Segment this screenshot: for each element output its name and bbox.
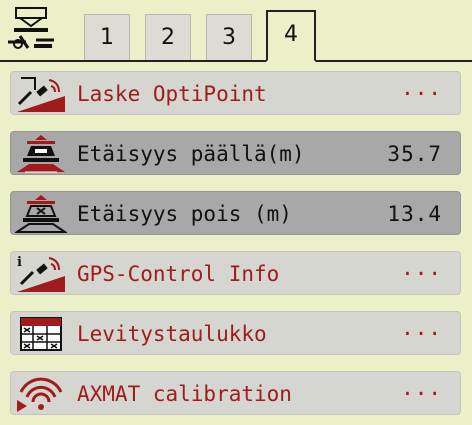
tab-1[interactable]: 1: [84, 14, 130, 60]
menu-item-distance-off[interactable]: Etäisyys pois (m) 13.4: [10, 191, 461, 235]
axmat-wifi-icon: [17, 377, 63, 412]
menu-item-gps-control-info[interactable]: i GPS-Control Info ···: [10, 251, 461, 295]
menu-item-label: Etäisyys pois (m): [77, 202, 292, 226]
menu-item-label: Etäisyys päällä(m): [77, 142, 305, 166]
menu-item-label: Levitystaulukko: [77, 322, 267, 346]
tab-2[interactable]: 2: [145, 14, 191, 60]
svg-text:i: i: [17, 255, 22, 270]
tab-3[interactable]: 3: [206, 14, 252, 60]
menu-item-value: ···: [401, 262, 442, 286]
menu-item-axmat-calibration[interactable]: AXMAT calibration ···: [10, 371, 461, 415]
distance-on-icon: [17, 135, 65, 173]
menu-item-label: AXMAT calibration: [77, 382, 292, 406]
menu-item-value: ···: [401, 82, 442, 106]
menu-item-value: 35.7: [387, 142, 442, 166]
menu-item-value: 13.4: [387, 202, 442, 226]
menu-item-label: GPS-Control Info: [77, 262, 280, 286]
menu-item-distance-on[interactable]: Etäisyys päällä(m) 35.7: [10, 131, 461, 175]
spreader-settings-icon: [8, 7, 54, 49]
menu-item-value: ···: [401, 382, 442, 406]
gps-info-icon: i: [17, 255, 65, 292]
tab-4[interactable]: 4: [266, 10, 316, 62]
optipoint-calc-icon: [17, 77, 65, 112]
menu-item-label: Laske OptiPoint: [77, 82, 267, 106]
header: 1 2 3 4: [0, 0, 472, 62]
menu-item-value: ···: [401, 322, 442, 346]
tab-bar-line: [0, 60, 472, 62]
spread-chart-icon: [20, 317, 62, 351]
menu-item-levitystaulukko[interactable]: Levitystaulukko ···: [10, 311, 461, 355]
distance-off-icon: [15, 195, 67, 233]
menu-item-laske-optipoint[interactable]: Laske OptiPoint ···: [10, 71, 461, 115]
